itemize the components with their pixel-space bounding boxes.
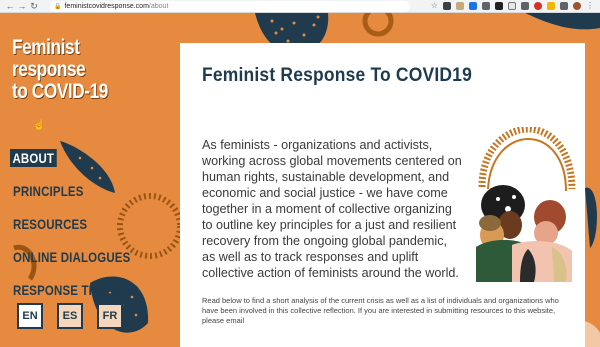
extension-icon[interactable] xyxy=(482,2,490,10)
extension-icon[interactable] xyxy=(443,2,451,10)
menu-item-principles[interactable]: PRINCIPLES xyxy=(13,183,84,199)
extension-icon[interactable] xyxy=(469,2,477,10)
extension-icon[interactable] xyxy=(534,2,542,10)
lang-fr-button[interactable]: FR xyxy=(97,303,123,329)
address-bar[interactable]: 🔒 feministcovidresponse.com/about xyxy=(50,1,410,12)
menu-item-online-dialogues[interactable]: ONLINE DIALOGUES xyxy=(13,249,130,265)
forward-icon[interactable]: → xyxy=(16,0,28,12)
extension-bar: ☆ ⋮ xyxy=(431,2,594,10)
extension-icon[interactable] xyxy=(547,2,555,10)
logo-line: Feminist xyxy=(12,36,80,59)
hand-cursor-icon: ☝ xyxy=(33,120,46,131)
lang-es-button[interactable]: ES xyxy=(57,303,83,329)
details-paragraph: Read below to find a short analysis of t… xyxy=(202,296,559,325)
site-logo[interactable]: Feminist response to COVID-19 xyxy=(12,37,108,103)
menu-kebab-icon[interactable]: ⋮ xyxy=(586,2,594,10)
logo-line: response xyxy=(12,58,86,81)
lang-en-button[interactable]: EN xyxy=(17,303,43,329)
content-card: Feminist Response To COVID19 As feminist… xyxy=(180,43,585,347)
extension-icon[interactable] xyxy=(508,2,516,10)
page-title: Feminist Response To COVID19 xyxy=(202,65,473,86)
avatar[interactable] xyxy=(573,2,581,10)
browser-toolbar: ← → ↻ 🔒 feministcovidresponse.com/about … xyxy=(0,0,600,13)
reload-icon[interactable]: ↻ xyxy=(28,0,40,12)
url-domain: feministcovidresponse.com xyxy=(64,3,149,10)
lock-icon: 🔒 xyxy=(54,4,62,10)
menu-item-about[interactable]: ABOUT xyxy=(10,149,57,167)
extension-icon[interactable] xyxy=(456,2,464,10)
extension-icon[interactable] xyxy=(521,2,529,10)
intro-paragraph: As feminists - organizations and activis… xyxy=(202,138,462,280)
url-path: /about xyxy=(148,3,169,10)
bookmark-star-icon[interactable]: ☆ xyxy=(431,2,438,10)
puzzle-icon[interactable] xyxy=(560,2,568,10)
language-switcher: EN ES FR xyxy=(17,303,123,329)
page: Feminist response to COVID-19 ☝ ABOUT PR… xyxy=(0,13,600,347)
menu-item-resources[interactable]: RESOURCES xyxy=(13,216,87,232)
back-icon[interactable]: ← xyxy=(4,0,16,12)
menu-item-response-tracker[interactable]: RESPONSE TRACKER xyxy=(13,282,139,298)
feminist-illustration xyxy=(476,127,576,282)
logo-line: to COVID-19 xyxy=(12,80,108,103)
extension-icon[interactable] xyxy=(495,2,503,10)
